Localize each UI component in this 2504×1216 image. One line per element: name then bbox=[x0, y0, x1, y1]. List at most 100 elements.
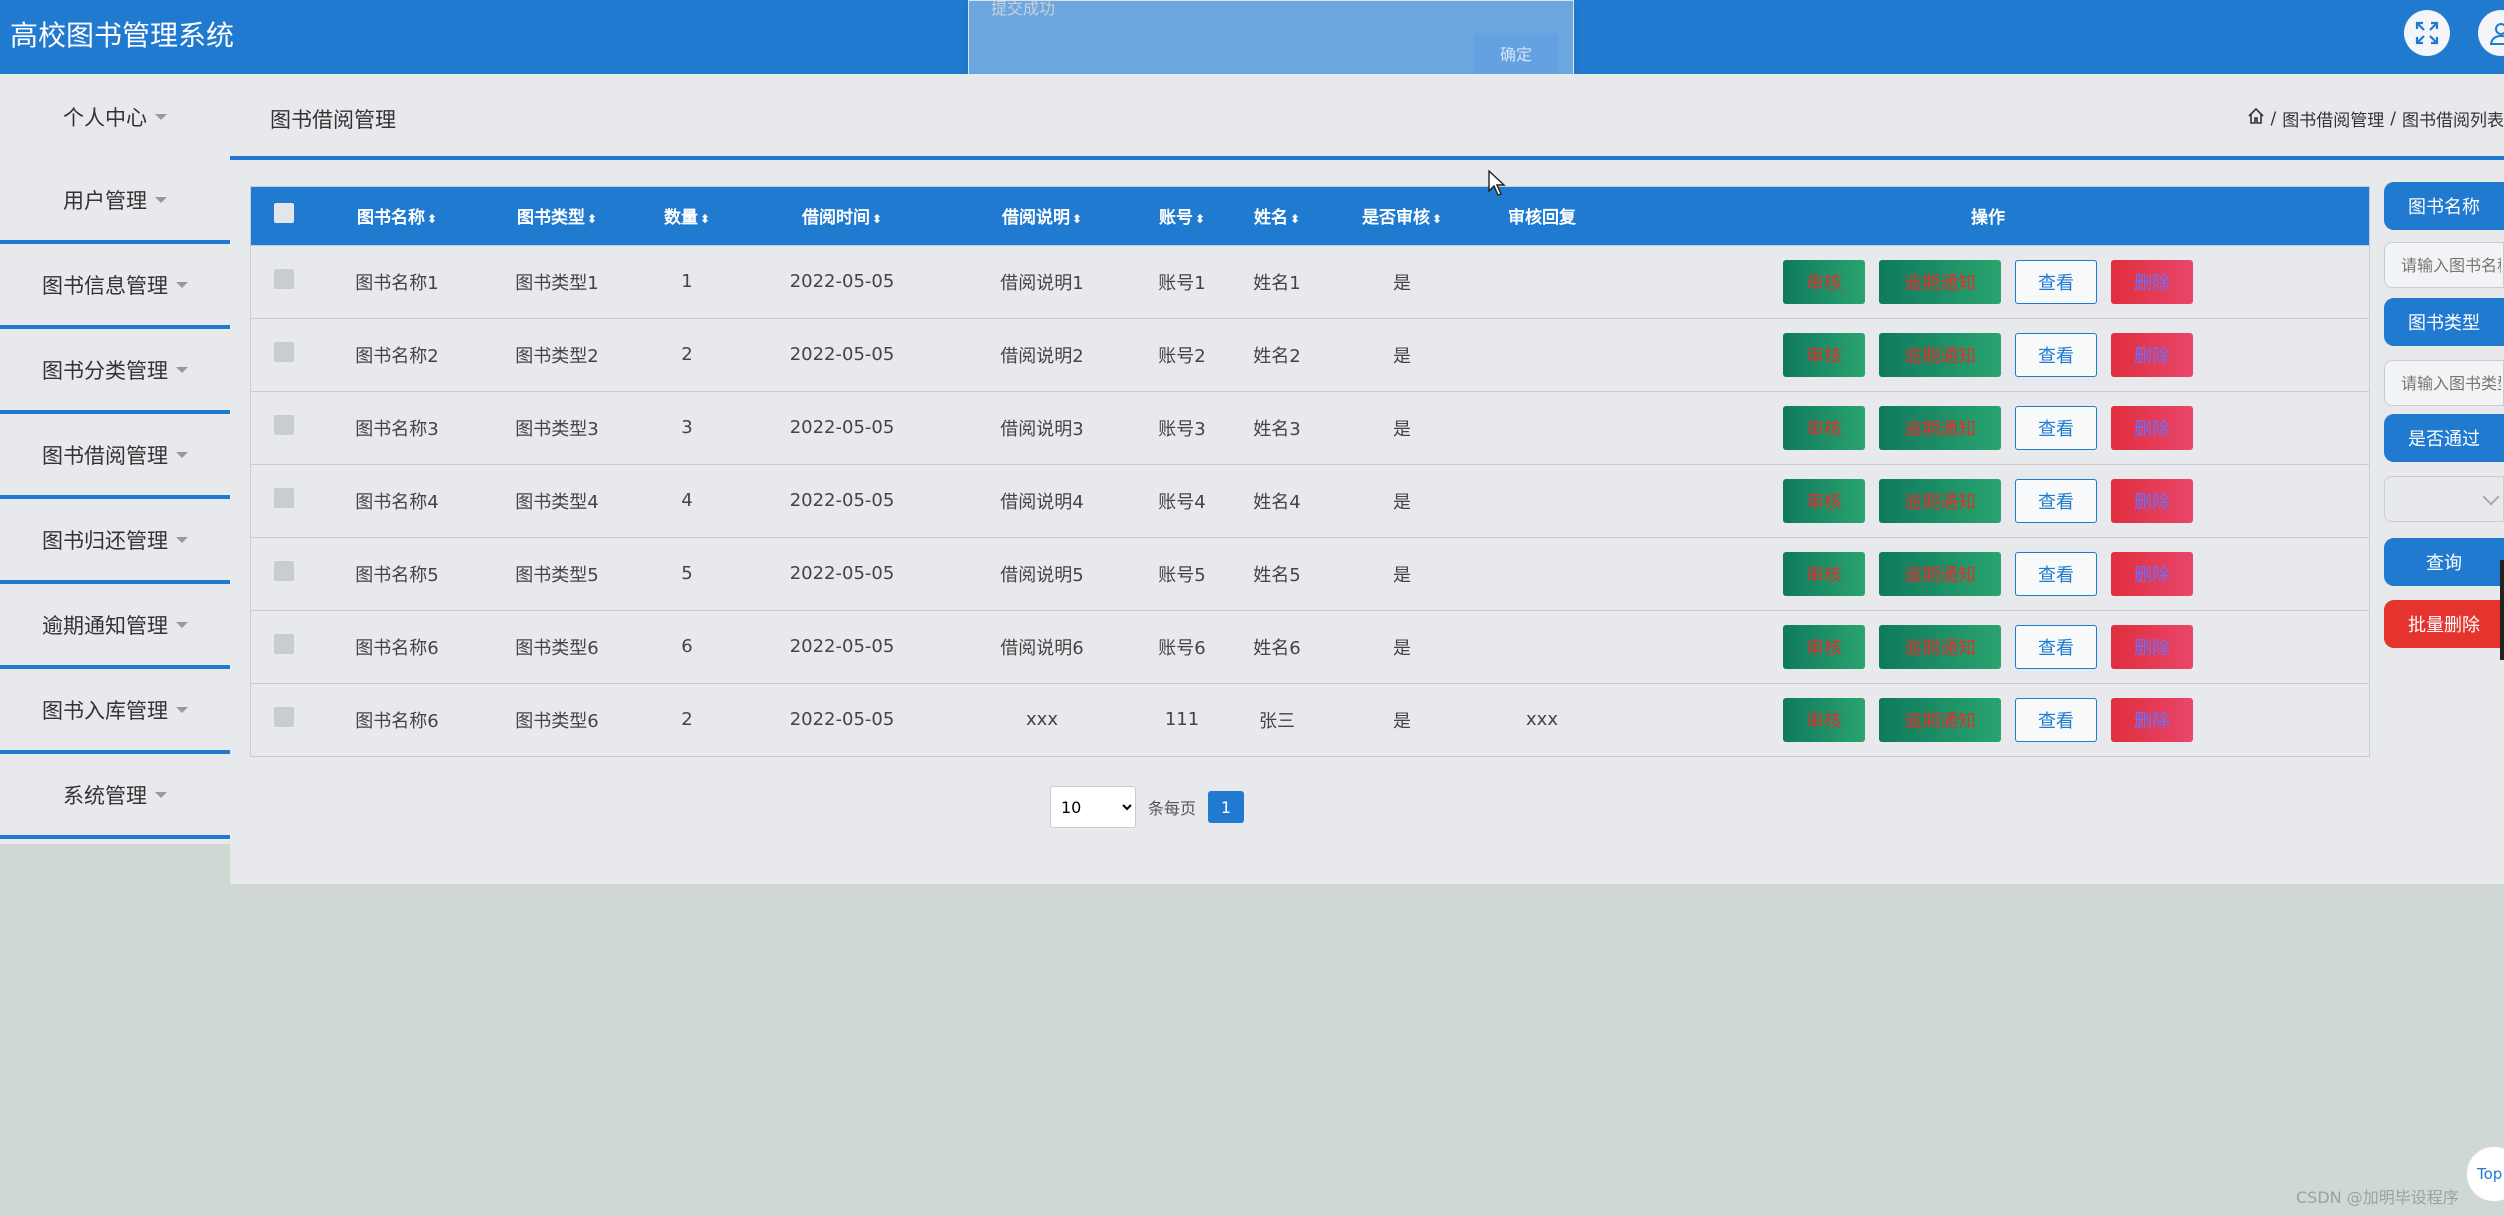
page-number-current[interactable]: 1 bbox=[1208, 791, 1245, 823]
cell-book-name: 图书名称5 bbox=[355, 564, 439, 586]
sidebar-item-label: 图书信息管理 bbox=[42, 273, 168, 298]
view-button[interactable]: 查看 bbox=[2015, 624, 2097, 669]
row-checkbox[interactable] bbox=[274, 561, 294, 581]
mouse-cursor-icon bbox=[1488, 169, 1506, 200]
overdue-notice-button[interactable]: 逾期通知 bbox=[1879, 551, 2001, 596]
audit-button[interactable]: 审核 bbox=[1783, 405, 1865, 450]
row-checkbox[interactable] bbox=[274, 342, 294, 362]
cell-book-type: 图书类型4 bbox=[515, 491, 599, 513]
delete-button[interactable]: 删除 bbox=[2111, 405, 2193, 450]
sidebar-item-book-info[interactable]: 图书信息管理 bbox=[0, 244, 230, 329]
passed-select[interactable] bbox=[2384, 476, 2504, 522]
sidebar-item-label: 逾期通知管理 bbox=[42, 613, 168, 638]
sort-icon[interactable]: ⬍ bbox=[1072, 212, 1082, 226]
main-content: 图书借阅管理 / 图书借阅管理 / 图书借阅列表 图书名称 ⬍ 图书类型 ⬍ 数… bbox=[230, 74, 2504, 884]
column-header[interactable]: 数量 ⬍ bbox=[637, 187, 737, 245]
delete-button[interactable]: 删除 bbox=[2111, 551, 2193, 596]
table-row: 图书名称2 图书类型2 2 2022-05-05 借阅说明2 账号2 姓名2 是… bbox=[251, 318, 2369, 391]
row-checkbox[interactable] bbox=[274, 415, 294, 435]
fullscreen-icon[interactable] bbox=[2404, 10, 2450, 56]
column-header[interactable]: 借阅时间 ⬍ bbox=[737, 187, 947, 245]
sort-icon[interactable]: ⬍ bbox=[1432, 212, 1442, 226]
cell-borrow-desc: 借阅说明5 bbox=[1000, 564, 1084, 586]
column-header[interactable]: 姓名 ⬍ bbox=[1227, 187, 1327, 245]
cell-book-type: 图书类型6 bbox=[515, 637, 599, 659]
cell-account: 111 bbox=[1164, 709, 1200, 731]
sidebar-item-book-return[interactable]: 图书归还管理 bbox=[0, 499, 230, 584]
delete-button[interactable]: 删除 bbox=[2111, 332, 2193, 377]
sort-icon[interactable]: ⬍ bbox=[872, 212, 882, 226]
cell-book-name: 图书名称6 bbox=[355, 710, 439, 732]
sort-icon[interactable]: ⬍ bbox=[1195, 212, 1205, 226]
delete-button[interactable]: 删除 bbox=[2111, 259, 2193, 304]
row-actions: 审核 逾期通知 查看 删除 bbox=[1608, 624, 2368, 669]
delete-button[interactable]: 删除 bbox=[2111, 624, 2193, 669]
user-avatar-icon[interactable] bbox=[2478, 10, 2504, 56]
cell-audited: 是 bbox=[1393, 418, 1411, 440]
column-header[interactable]: 图书类型 ⬍ bbox=[477, 187, 637, 245]
caret-down-icon bbox=[176, 536, 188, 543]
column-header[interactable]: 是否审核 ⬍ bbox=[1327, 187, 1477, 245]
batch-delete-button[interactable]: 批量删除 bbox=[2384, 600, 2504, 648]
view-button[interactable]: 查看 bbox=[2015, 551, 2097, 596]
sidebar-item-user-management[interactable]: 用户管理 bbox=[0, 159, 230, 244]
cell-name: 姓名2 bbox=[1253, 345, 1301, 367]
cell-account: 账号6 bbox=[1158, 637, 1206, 659]
home-icon[interactable] bbox=[2247, 107, 2265, 130]
back-to-top-button[interactable]: Top bbox=[2466, 1146, 2504, 1202]
book-name-input[interactable] bbox=[2384, 242, 2504, 288]
row-actions: 审核 逾期通知 查看 删除 bbox=[1608, 478, 2368, 523]
sidebar-item-label: 用户管理 bbox=[63, 188, 147, 213]
sort-icon[interactable]: ⬍ bbox=[1290, 212, 1300, 226]
select-all-checkbox[interactable] bbox=[274, 203, 294, 224]
sidebar-item-book-category[interactable]: 图书分类管理 bbox=[0, 329, 230, 414]
breadcrumb-item[interactable]: 图书借阅管理 bbox=[2282, 106, 2384, 131]
audit-button[interactable]: 审核 bbox=[1783, 697, 1865, 742]
view-button[interactable]: 查看 bbox=[2015, 697, 2097, 742]
view-button[interactable]: 查看 bbox=[2015, 332, 2097, 377]
sidebar-item-personal-center[interactable]: 个人中心 bbox=[0, 74, 230, 159]
sort-icon[interactable]: ⬍ bbox=[427, 212, 437, 226]
cell-audited: 是 bbox=[1393, 637, 1411, 659]
view-button[interactable]: 查看 bbox=[2015, 478, 2097, 523]
cell-book-name: 图书名称1 bbox=[355, 272, 439, 294]
cell-borrow-time: 2022-05-05 bbox=[789, 417, 895, 438]
audit-button[interactable]: 审核 bbox=[1783, 478, 1865, 523]
delete-button[interactable]: 删除 bbox=[2111, 697, 2193, 742]
sidebar-item-book-borrow[interactable]: 图书借阅管理 bbox=[0, 414, 230, 499]
view-button[interactable]: 查看 bbox=[2015, 405, 2097, 450]
audit-button[interactable]: 审核 bbox=[1783, 332, 1865, 377]
cell-name: 姓名6 bbox=[1253, 637, 1301, 659]
cell-name: 姓名5 bbox=[1253, 564, 1301, 586]
overdue-notice-button[interactable]: 逾期通知 bbox=[1879, 697, 2001, 742]
overdue-notice-button[interactable]: 逾期通知 bbox=[1879, 405, 2001, 450]
overdue-notice-button[interactable]: 逾期通知 bbox=[1879, 332, 2001, 377]
sidebar-item-overdue-notice[interactable]: 逾期通知管理 bbox=[0, 584, 230, 669]
sort-icon[interactable]: ⬍ bbox=[587, 212, 597, 226]
dialog-ok-button[interactable]: 确定 bbox=[1473, 33, 1559, 73]
row-checkbox[interactable] bbox=[274, 488, 294, 508]
overdue-notice-button[interactable]: 逾期通知 bbox=[1879, 624, 2001, 669]
row-checkbox[interactable] bbox=[274, 269, 294, 289]
cell-reply bbox=[1477, 537, 1607, 610]
column-header[interactable]: 账号 ⬍ bbox=[1137, 187, 1227, 245]
audit-button[interactable]: 审核 bbox=[1783, 259, 1865, 304]
sidebar-item-system[interactable]: 系统管理 bbox=[0, 754, 230, 839]
view-button[interactable]: 查看 bbox=[2015, 259, 2097, 304]
audit-button[interactable]: 审核 bbox=[1783, 624, 1865, 669]
cell-reply bbox=[1477, 610, 1607, 683]
sidebar-item-book-stock-in[interactable]: 图书入库管理 bbox=[0, 669, 230, 754]
column-header[interactable]: 借阅说明 ⬍ bbox=[947, 187, 1137, 245]
delete-button[interactable]: 删除 bbox=[2111, 478, 2193, 523]
book-type-input[interactable] bbox=[2384, 360, 2504, 406]
query-button[interactable]: 查询 bbox=[2384, 538, 2504, 586]
page-size-select[interactable]: 10 bbox=[1050, 786, 1136, 828]
overdue-notice-button[interactable]: 逾期通知 bbox=[1879, 478, 2001, 523]
row-checkbox[interactable] bbox=[274, 707, 294, 728]
cell-book-name: 图书名称2 bbox=[355, 345, 439, 367]
overdue-notice-button[interactable]: 逾期通知 bbox=[1879, 259, 2001, 304]
column-header[interactable]: 图书名称 ⬍ bbox=[317, 187, 477, 245]
sort-icon[interactable]: ⬍ bbox=[700, 212, 710, 226]
row-checkbox[interactable] bbox=[274, 634, 294, 654]
audit-button[interactable]: 审核 bbox=[1783, 551, 1865, 596]
